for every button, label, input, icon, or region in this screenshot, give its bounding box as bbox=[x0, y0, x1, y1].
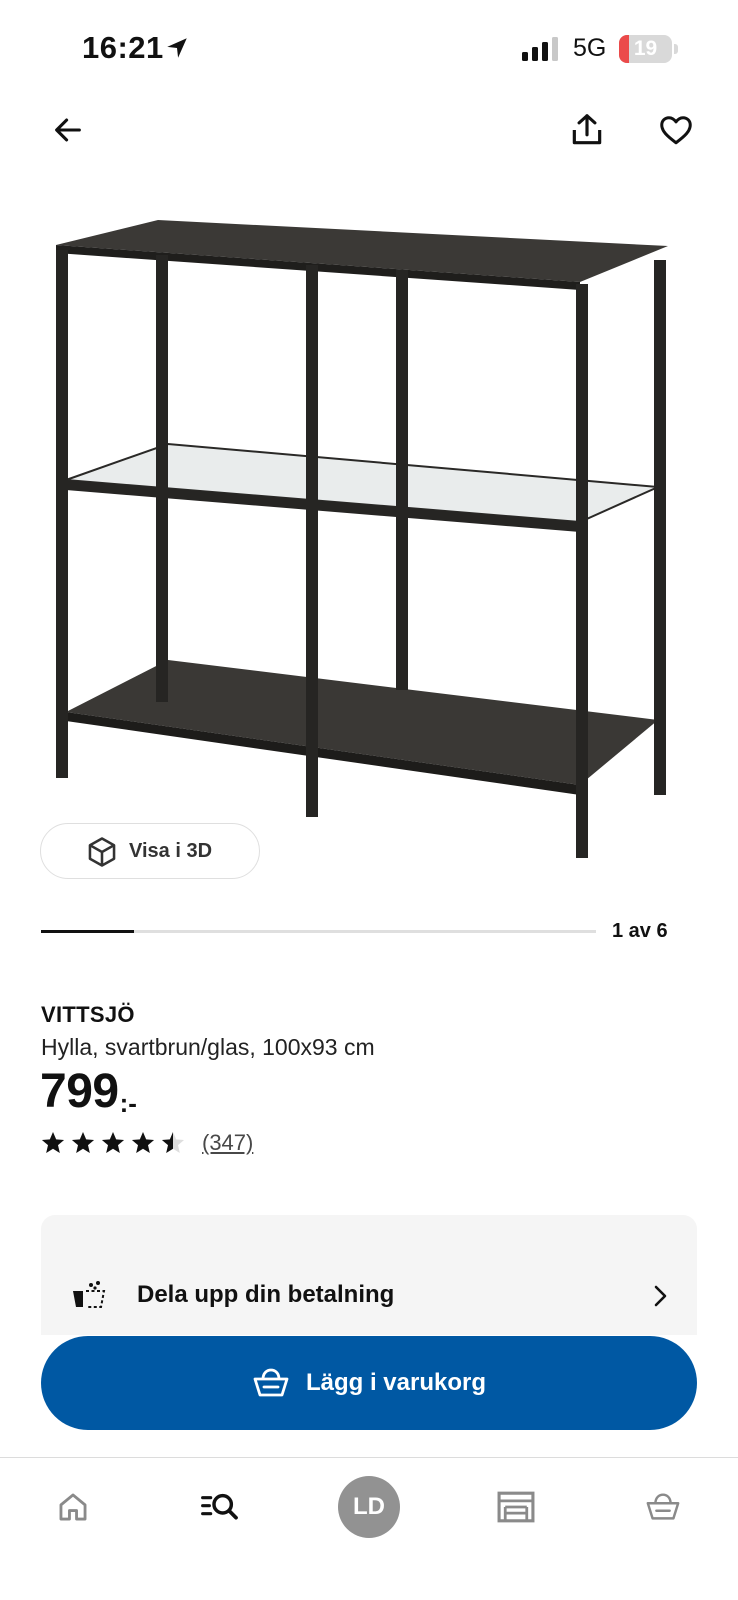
profile-avatar: LD bbox=[338, 1476, 400, 1538]
basket-icon bbox=[253, 1368, 289, 1397]
view-in-3d-button[interactable]: Visa i 3D bbox=[40, 823, 260, 879]
payment-card: Dela upp din betalning bbox=[41, 1215, 697, 1335]
location-arrow-icon bbox=[167, 38, 187, 58]
network-type: 5G bbox=[573, 34, 607, 62]
share-icon bbox=[572, 114, 602, 145]
product-name: VITTSJÖ bbox=[41, 1002, 135, 1027]
tab-profile[interactable]: LD bbox=[334, 1472, 404, 1542]
chevron-right-icon bbox=[654, 1285, 667, 1307]
favorite-button[interactable] bbox=[648, 102, 704, 158]
price-value: 799 bbox=[40, 1065, 119, 1118]
add-to-cart-button[interactable]: Lägg i varukorg bbox=[41, 1336, 697, 1430]
battery-indicator: 19 bbox=[619, 35, 672, 63]
split-payment-row[interactable]: Dela upp din betalning bbox=[41, 1265, 697, 1325]
star-half-icon bbox=[161, 1131, 185, 1153]
split-payment-label: Dela upp din betalning bbox=[137, 1281, 395, 1308]
battery-level: 19 bbox=[633, 37, 658, 60]
search-icon bbox=[201, 1493, 238, 1520]
tab-store[interactable] bbox=[481, 1472, 551, 1542]
view-in-3d-label: Visa i 3D bbox=[129, 839, 213, 862]
review-count-link[interactable]: (347) bbox=[202, 1130, 253, 1156]
gallery-counter: 1 av 6 bbox=[612, 920, 668, 942]
cube-3d-icon bbox=[88, 837, 116, 867]
tab-cart[interactable] bbox=[628, 1472, 698, 1542]
share-button[interactable] bbox=[559, 102, 615, 158]
cellular-signal-icon bbox=[522, 37, 558, 61]
product-description: Hylla, svartbrun/glas, 100x93 cm bbox=[41, 1034, 375, 1060]
back-button[interactable] bbox=[40, 102, 96, 158]
home-icon bbox=[59, 1493, 87, 1521]
battery-cap bbox=[674, 44, 678, 54]
gallery-progress-track bbox=[41, 930, 596, 933]
arrow-left-icon bbox=[55, 118, 81, 142]
tab-search[interactable] bbox=[185, 1472, 255, 1542]
heart-icon bbox=[660, 116, 692, 145]
store-icon bbox=[497, 1491, 535, 1523]
rating-stars bbox=[40, 1130, 186, 1156]
tab-home[interactable] bbox=[38, 1472, 108, 1542]
price-suffix: :- bbox=[119, 1088, 137, 1118]
star-full-icon bbox=[131, 1131, 155, 1153]
product-price: 799 :- bbox=[40, 1068, 137, 1119]
gallery-progress-fill bbox=[41, 930, 134, 933]
basket-icon bbox=[646, 1493, 680, 1520]
star-full-icon bbox=[41, 1131, 65, 1153]
add-to-cart-label: Lägg i varukorg bbox=[305, 1369, 487, 1396]
status-time: 16:21 bbox=[82, 30, 164, 65]
star-full-icon bbox=[71, 1131, 95, 1153]
product-rating[interactable]: (347) bbox=[40, 1130, 253, 1156]
star-full-icon bbox=[101, 1131, 125, 1153]
bottom-tab-bar: LD bbox=[0, 1458, 738, 1600]
split-payment-icon bbox=[73, 1281, 106, 1308]
status-bar: 16:21 5G 19 bbox=[0, 0, 738, 100]
product-image[interactable] bbox=[40, 200, 700, 890]
